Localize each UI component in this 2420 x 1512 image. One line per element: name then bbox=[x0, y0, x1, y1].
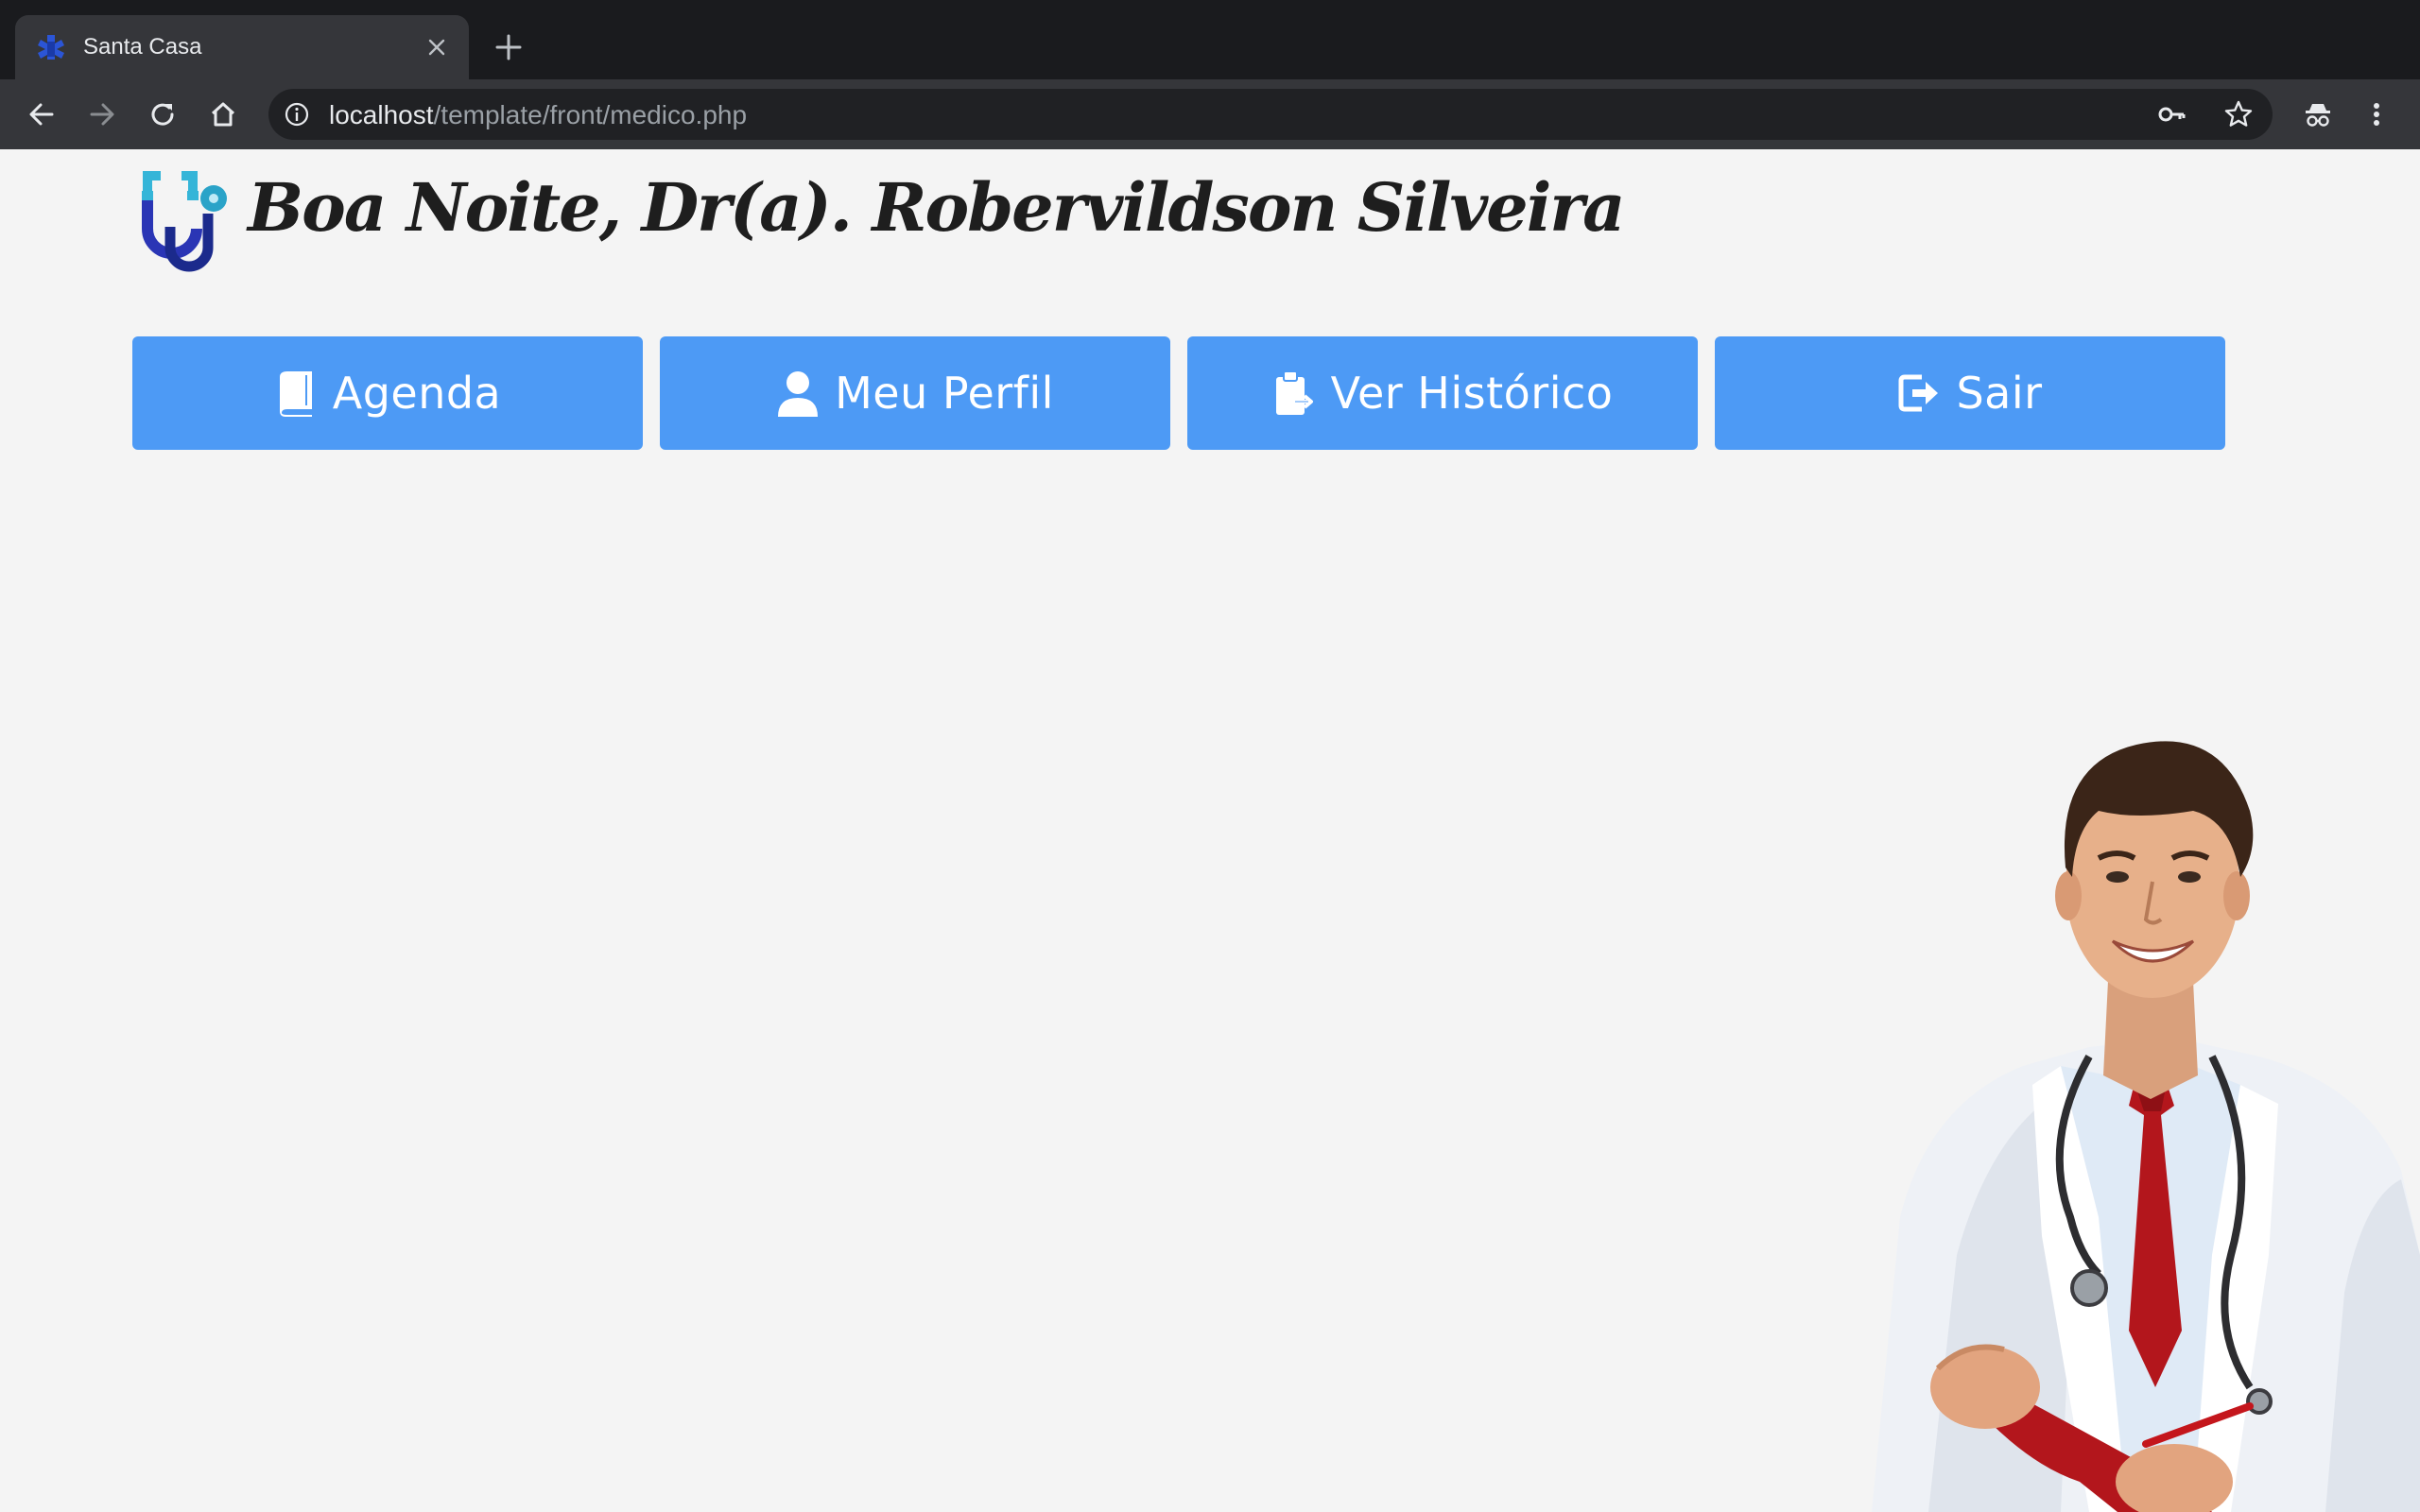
address-bar[interactable]: localhost/template/front/medico.php bbox=[268, 89, 2273, 140]
browser-tab[interactable]: Santa Casa bbox=[15, 15, 469, 79]
info-icon[interactable] bbox=[284, 101, 310, 128]
arrow-right-icon bbox=[90, 103, 114, 126]
reload-button[interactable] bbox=[146, 97, 180, 131]
stethoscope-logo-icon bbox=[142, 171, 227, 272]
ver-historico-button[interactable]: Ver Histórico bbox=[1187, 336, 1698, 450]
forward-button[interactable] bbox=[85, 97, 119, 131]
url-text: localhost/template/front/medico.php bbox=[329, 100, 747, 130]
book-icon bbox=[279, 371, 312, 417]
agenda-button-label: Agenda bbox=[332, 368, 502, 419]
back-button[interactable] bbox=[25, 97, 59, 131]
reload-icon bbox=[151, 103, 174, 126]
arrow-left-icon bbox=[29, 103, 54, 126]
tab-title: Santa Casa bbox=[83, 34, 202, 60]
incognito-icon bbox=[2306, 104, 2330, 127]
home-button[interactable] bbox=[206, 97, 240, 131]
clipboard-icon bbox=[1275, 370, 1313, 415]
star-icon[interactable] bbox=[2223, 99, 2254, 129]
browser-chrome: Santa Casa localhost/template/front/medi… bbox=[0, 0, 2420, 149]
new-tab-plus-icon[interactable] bbox=[492, 30, 526, 64]
doctor-illustration bbox=[1872, 741, 2420, 1512]
menu-button[interactable] bbox=[2360, 97, 2394, 131]
browser-toolbar: localhost/template/front/medico.php bbox=[0, 79, 2420, 149]
sair-button-label: Sair bbox=[1956, 368, 2043, 419]
ver-historico-button-label: Ver Histórico bbox=[1330, 368, 1614, 419]
logout-icon bbox=[1898, 374, 1939, 412]
key-icon[interactable] bbox=[2157, 101, 2186, 128]
page-content: Boa Noite, Dr(a). Robervildson Silveira … bbox=[0, 149, 2420, 1512]
favicon-icon bbox=[38, 35, 64, 60]
url-host: localhost bbox=[329, 100, 434, 129]
kebab-menu-icon bbox=[2374, 103, 2379, 126]
agenda-button[interactable]: Agenda bbox=[132, 336, 643, 450]
sair-button[interactable]: Sair bbox=[1715, 336, 2225, 450]
user-icon bbox=[778, 371, 819, 417]
meu-perfil-button[interactable]: Meu Perfil bbox=[660, 336, 1170, 450]
main-nav: Agenda Meu Perfil Ver Histórico Sair bbox=[132, 336, 2225, 450]
page-title: Boa Noite, Dr(a). Robervildson Silveira bbox=[248, 168, 1626, 247]
tab-strip: Santa Casa bbox=[0, 0, 2420, 79]
incognito-button[interactable] bbox=[2301, 97, 2335, 131]
meu-perfil-button-label: Meu Perfil bbox=[835, 368, 1054, 419]
url-path: /template/front/medico.php bbox=[433, 100, 748, 129]
home-icon bbox=[211, 102, 235, 127]
close-icon[interactable] bbox=[424, 34, 450, 60]
